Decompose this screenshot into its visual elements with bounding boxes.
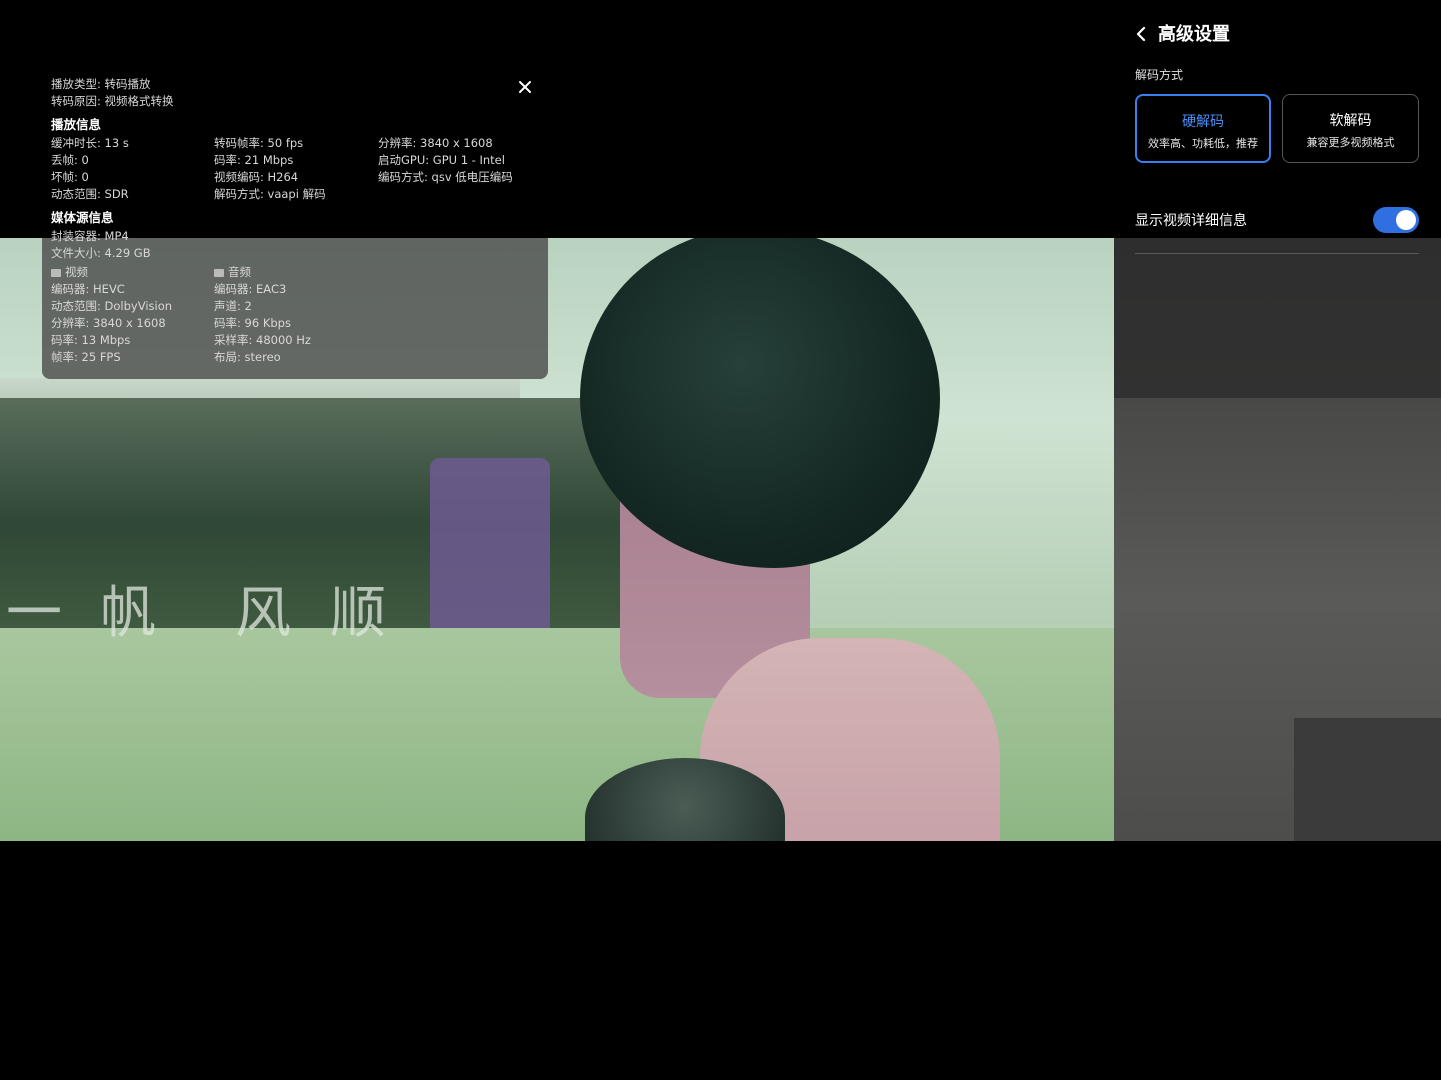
transcode-fps: 转码帧率: 50 fps xyxy=(214,136,304,150)
audio-header-label: 音频 xyxy=(228,265,251,279)
video-resolution: 分辨率: 3840 x 1608 xyxy=(51,316,166,330)
buffer-duration: 缓冲时长: 13 s xyxy=(51,136,129,150)
close-icon[interactable] xyxy=(516,78,534,96)
software-decode-option[interactable]: 软解码 兼容更多视频格式 xyxy=(1282,94,1419,163)
show-detail-toggle[interactable] xyxy=(1373,207,1419,233)
container: 封装容器: MP4 xyxy=(51,229,129,243)
file-size: 文件大小: 4.29 GB xyxy=(51,246,151,260)
gpu: 启动GPU: GPU 1 - Intel xyxy=(378,153,505,167)
transcode-reason: 转码原因: 视频格式转换 xyxy=(51,94,174,108)
boat-lettering-4: 顺 xyxy=(330,581,386,646)
play-info-grid: 缓冲时长: 13 s 丢帧: 0 坏帧: 0 动态范围: SDR 转码帧率: 5… xyxy=(51,135,531,203)
video-bitrate: 码率: 13 Mbps xyxy=(51,333,131,347)
software-decode-subtitle: 兼容更多视频格式 xyxy=(1306,136,1395,149)
boat-lettering-3: 风 xyxy=(235,581,291,646)
dropped-frames: 丢帧: 0 xyxy=(51,153,89,167)
dynamic-range: 动态范围: SDR xyxy=(51,187,129,201)
audio-bitrate: 码率: 96 Kbps xyxy=(214,316,291,330)
video-header-label: 视频 xyxy=(65,265,88,279)
audio-header: 音频 xyxy=(214,264,311,281)
video-camera-icon xyxy=(51,268,61,277)
hardware-decode-title: 硬解码 xyxy=(1182,114,1224,130)
media-info-grid: 视频 编码器: HEVC 动态范围: DolbyVision 分辨率: 3840… xyxy=(51,264,531,366)
backdrop-shade xyxy=(1114,238,1441,398)
play-info-col-1: 缓冲时长: 13 s 丢帧: 0 坏帧: 0 动态范围: SDR xyxy=(51,135,129,203)
video-info-col: 视频 编码器: HEVC 动态范围: DolbyVision 分辨率: 3840… xyxy=(51,264,172,366)
play-info-col-2: 转码帧率: 50 fps 码率: 21 Mbps 视频编码: H264 解码方式… xyxy=(214,135,326,203)
audio-layout: 布局: stereo xyxy=(214,350,281,364)
video-fps: 帧率: 25 FPS xyxy=(51,350,121,364)
audio-icon xyxy=(214,268,224,277)
show-detail-label: 显示视频详细信息 xyxy=(1135,213,1247,229)
bitrate: 码率: 21 Mbps xyxy=(214,153,294,167)
video-dynamic-range: 动态范围: DolbyVision xyxy=(51,299,173,313)
settings-panel-backdrop xyxy=(1114,238,1441,841)
audio-encoder: 编码器: EAC3 xyxy=(214,282,287,296)
page-title: 高级设置 xyxy=(1158,24,1230,45)
video-encoder: 编码器: HEVC xyxy=(51,282,125,296)
back-arrow-icon[interactable] xyxy=(1134,25,1148,43)
toggle-knob xyxy=(1396,210,1416,230)
boat-lettering-2: 帆 xyxy=(100,581,156,646)
decode-method: 解码方式: vaapi 解码 xyxy=(214,187,326,201)
audio-sample-rate: 采样率: 48000 Hz xyxy=(214,333,311,347)
video-header: 视频 xyxy=(51,264,172,281)
media-info-title: 媒体源信息 xyxy=(51,210,114,225)
boat-lettering-1: 一 xyxy=(6,581,62,646)
bad-frames: 坏帧: 0 xyxy=(51,170,89,184)
play-info-col-3: 分辨率: 3840 x 1608 启动GPU: GPU 1 - Intel 编码… xyxy=(378,135,513,186)
hardware-decode-option[interactable]: 硬解码 效率高、功耗低，推荐 xyxy=(1135,94,1271,163)
play-type: 播放类型: 转码播放 xyxy=(51,77,151,91)
software-decode-title: 软解码 xyxy=(1329,113,1372,129)
play-info-title: 播放信息 xyxy=(51,117,102,132)
encode-method: 编码方式: qsv 低电压编码 xyxy=(378,170,513,184)
video-info-text: 播放类型: 转码播放 转码原因: 视频格式转换 播放信息 缓冲时长: 13 s … xyxy=(51,76,531,366)
hardware-decode-subtitle: 效率高、功耗低，推荐 xyxy=(1148,137,1258,150)
backdrop-shade-2 xyxy=(1294,718,1441,841)
audio-info-col: 音频 编码器: EAC3 声道: 2 码率: 96 Kbps 采样率: 4800… xyxy=(214,264,311,366)
video-codec: 视频编码: H264 xyxy=(214,170,299,184)
divider xyxy=(1135,253,1419,254)
resolution: 分辨率: 3840 x 1608 xyxy=(378,136,493,150)
audio-channels: 声道: 2 xyxy=(214,299,252,313)
decode-method-label: 解码方式 xyxy=(1135,68,1184,82)
